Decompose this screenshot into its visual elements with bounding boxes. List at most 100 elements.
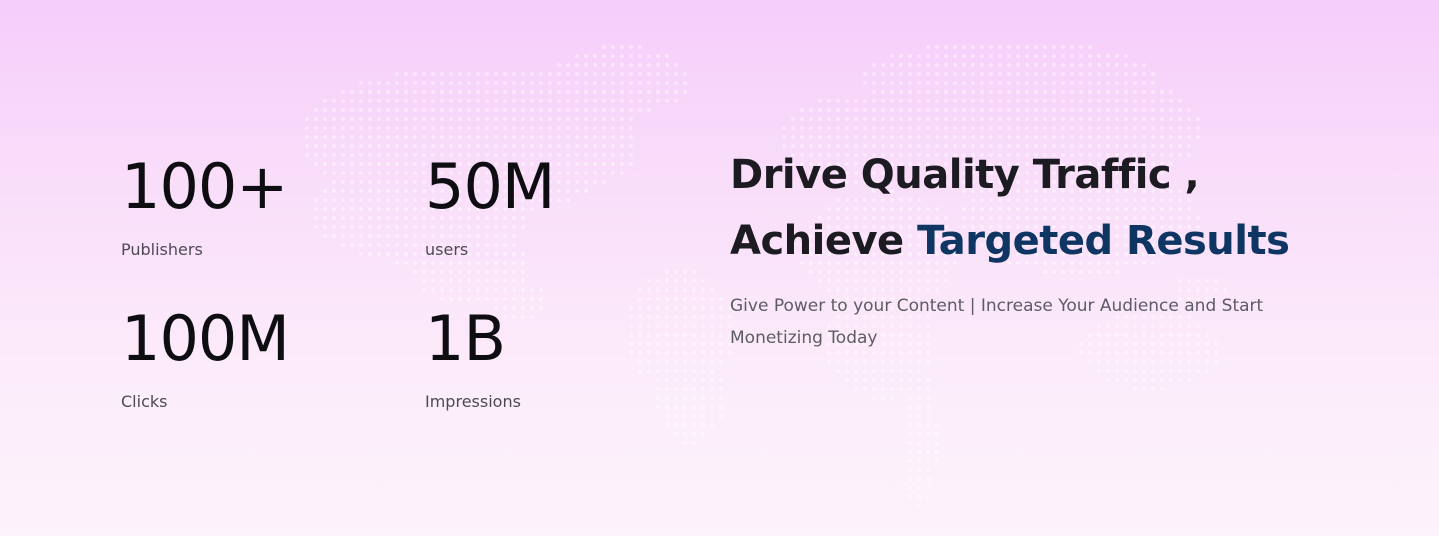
- stat-value: 50M: [425, 150, 555, 223]
- map-dot: [1034, 45, 1038, 49]
- map-dot: [1088, 45, 1092, 49]
- map-dot: [944, 99, 948, 103]
- map-dot: [917, 396, 921, 400]
- map-dot: [1106, 72, 1110, 76]
- map-dot: [1106, 135, 1110, 139]
- map-dot: [1142, 81, 1146, 85]
- map-dot: [1151, 81, 1155, 85]
- map-dot: [908, 369, 912, 373]
- map-dot: [998, 126, 1002, 130]
- map-dot: [1142, 369, 1146, 373]
- map-dot: [971, 99, 975, 103]
- map-dot: [908, 405, 912, 409]
- map-dot: [980, 81, 984, 85]
- map-dot: [935, 63, 939, 67]
- map-dot: [1061, 99, 1065, 103]
- map-dot: [980, 135, 984, 139]
- map-dot: [926, 108, 930, 112]
- map-dot: [1160, 108, 1164, 112]
- map-dot: [962, 63, 966, 67]
- map-dot: [1142, 360, 1146, 364]
- map-dot: [935, 117, 939, 121]
- map-dot: [1115, 90, 1119, 94]
- map-dot: [881, 63, 885, 67]
- map-dot: [863, 108, 867, 112]
- map-dot: [953, 126, 957, 130]
- map-dot: [872, 63, 876, 67]
- map-dot: [890, 117, 894, 121]
- map-dot: [1034, 135, 1038, 139]
- map-dot: [881, 387, 885, 391]
- map-dot: [926, 477, 930, 481]
- map-dot: [953, 54, 957, 58]
- map-dot: [1124, 108, 1128, 112]
- map-dot: [917, 414, 921, 418]
- map-dot: [917, 63, 921, 67]
- map-dot: [1079, 126, 1083, 130]
- map-dot: [809, 135, 813, 139]
- map-dot: [998, 117, 1002, 121]
- map-dot: [980, 72, 984, 76]
- map-dot: [1043, 117, 1047, 121]
- stat-publishers: 100+ Publishers: [121, 156, 381, 259]
- map-dot: [935, 423, 939, 427]
- map-dot: [872, 108, 876, 112]
- map-dot: [899, 360, 903, 364]
- map-dot: [989, 81, 993, 85]
- map-dot: [926, 432, 930, 436]
- map-dot: [1034, 90, 1038, 94]
- map-dot: [1142, 63, 1146, 67]
- map-dot: [872, 90, 876, 94]
- map-dot: [1007, 45, 1011, 49]
- map-dot: [944, 54, 948, 58]
- map-dot: [1088, 360, 1092, 364]
- map-dot: [863, 81, 867, 85]
- map-dot: [1124, 360, 1128, 364]
- map-dot: [1160, 387, 1164, 391]
- map-dot: [719, 306, 723, 310]
- map-dot: [881, 72, 885, 76]
- map-dot: [1178, 360, 1182, 364]
- map-dot: [917, 81, 921, 85]
- map-dot: [827, 108, 831, 112]
- map-dot: [944, 81, 948, 85]
- stat-users: 50M users: [425, 156, 685, 259]
- map-dot: [1061, 81, 1065, 85]
- map-dot: [917, 99, 921, 103]
- map-dot: [1133, 108, 1137, 112]
- map-dot: [809, 117, 813, 121]
- map-dot: [818, 135, 822, 139]
- map-dot: [701, 279, 705, 283]
- map-dot: [980, 108, 984, 112]
- map-dot: [908, 459, 912, 463]
- map-dot: [881, 135, 885, 139]
- map-dot: [872, 360, 876, 364]
- map-dot: [899, 135, 903, 139]
- map-dot: [980, 117, 984, 121]
- map-dot: [1097, 360, 1101, 364]
- map-dot: [854, 378, 858, 382]
- map-dot: [1133, 81, 1137, 85]
- map-dot: [854, 369, 858, 373]
- map-dot: [710, 405, 714, 409]
- map-dot: [899, 81, 903, 85]
- map-dot: [962, 81, 966, 85]
- map-dot: [1142, 108, 1146, 112]
- map-dot: [827, 99, 831, 103]
- map-dot: [1025, 63, 1029, 67]
- map-dot: [998, 99, 1002, 103]
- map-dot: [890, 369, 894, 373]
- map-dot: [908, 468, 912, 472]
- map-dot: [1187, 108, 1191, 112]
- map-dot: [872, 396, 876, 400]
- map-dot: [701, 333, 705, 337]
- map-dot: [926, 72, 930, 76]
- map-dot: [791, 135, 795, 139]
- map-dot: [1088, 126, 1092, 130]
- map-dot: [701, 414, 705, 418]
- map-dot: [854, 360, 858, 364]
- map-dot: [1151, 378, 1155, 382]
- map-dot: [872, 369, 876, 373]
- map-dot: [872, 99, 876, 103]
- map-dot: [1007, 72, 1011, 76]
